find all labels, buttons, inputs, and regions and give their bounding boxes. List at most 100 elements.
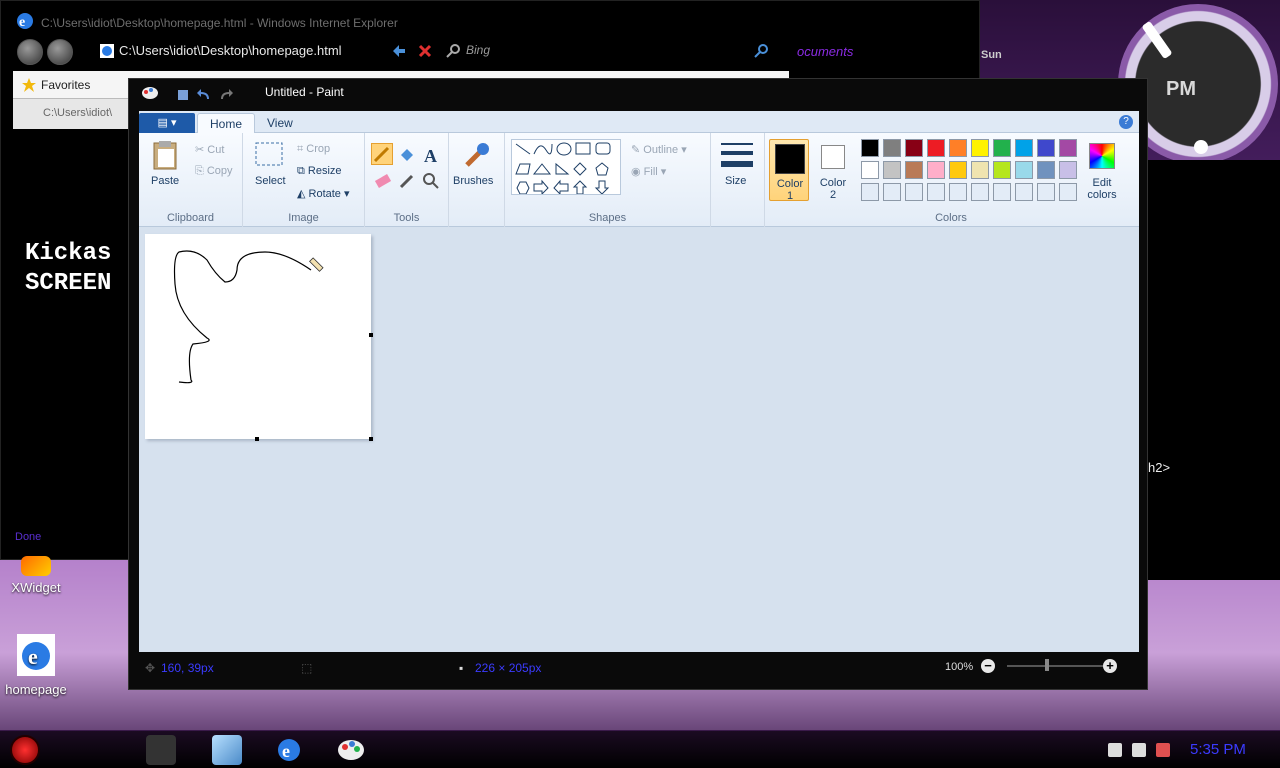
color-picker-icon[interactable]: [397, 171, 417, 191]
color-swatch[interactable]: [883, 161, 901, 179]
back-button[interactable]: [17, 39, 43, 65]
zoom-slider-thumb[interactable]: [1045, 659, 1049, 671]
color-swatch[interactable]: [883, 139, 901, 157]
size-icon[interactable]: [719, 139, 755, 173]
taskbar-ie-icon[interactable]: e: [274, 735, 304, 765]
magnifier-icon[interactable]: [421, 171, 441, 191]
drawing-canvas[interactable]: [145, 234, 371, 439]
zoom-out-button[interactable]: −: [981, 659, 995, 673]
outline-button[interactable]: ✎ Outline ▾: [631, 143, 687, 156]
search-go-icon[interactable]: [753, 43, 769, 59]
zoom-in-button[interactable]: +: [1103, 659, 1117, 673]
forward-button[interactable]: [47, 39, 73, 65]
text-icon[interactable]: A: [421, 145, 441, 165]
color-swatch[interactable]: [1015, 161, 1033, 179]
taskbar-paint-icon[interactable]: [336, 735, 366, 765]
color-swatch[interactable]: [883, 183, 901, 201]
pencil-tool[interactable]: [371, 143, 393, 165]
search-input[interactable]: Bing: [466, 43, 490, 57]
color2-button[interactable]: Color 2: [813, 139, 853, 201]
eraser-icon[interactable]: [373, 171, 393, 191]
color-swatch[interactable]: [861, 161, 879, 179]
color-swatch[interactable]: [1059, 183, 1077, 201]
fill-icon[interactable]: [397, 145, 417, 165]
color-swatch[interactable]: [971, 161, 989, 179]
color-swatch[interactable]: [1037, 161, 1055, 179]
resize-handle-bottom[interactable]: [255, 437, 259, 441]
color-swatch[interactable]: [949, 183, 967, 201]
paint-menu-button[interactable]: ▤ ▾: [139, 113, 195, 133]
edit-colors-button[interactable]: Edit colors: [1077, 139, 1127, 201]
select-button[interactable]: Select: [255, 175, 286, 187]
favorites-label[interactable]: Favorites: [41, 78, 90, 92]
flag-icon[interactable]: [1108, 743, 1122, 757]
fill-button[interactable]: ◉ Fill ▾: [631, 165, 666, 178]
paste-button[interactable]: Paste: [151, 175, 179, 187]
brushes-button[interactable]: Brushes: [453, 175, 493, 187]
documents-link[interactable]: ocuments: [797, 44, 853, 59]
rotate-button[interactable]: ◭ Rotate ▾: [297, 187, 350, 200]
page-heading-line1: Kickas: [25, 240, 112, 267]
color-swatch[interactable]: [949, 161, 967, 179]
group-tools: A Tools: [365, 133, 449, 227]
tab-view[interactable]: View: [255, 113, 305, 134]
resize-handle-right[interactable]: [369, 333, 373, 337]
shapes-gallery[interactable]: [511, 139, 621, 196]
color-swatch[interactable]: [993, 161, 1011, 179]
color-swatch[interactable]: [949, 139, 967, 157]
color-swatch[interactable]: [993, 139, 1011, 157]
start-button[interactable]: [10, 735, 40, 765]
network-icon[interactable]: [1132, 743, 1146, 757]
address-bar[interactable]: C:\Users\idiot\Desktop\homepage.html: [119, 43, 342, 58]
taskbar-notes-icon[interactable]: [212, 735, 242, 765]
crop-button[interactable]: ⌗ Crop: [297, 143, 330, 156]
background-window[interactable]: h2>: [1140, 160, 1280, 580]
paint-window[interactable]: Untitled - Paint ▤ ▾ Home View ? Paste ✂…: [128, 78, 1148, 690]
color-swatch[interactable]: [993, 183, 1011, 201]
brush-icon[interactable]: [461, 139, 493, 171]
color-swatch[interactable]: [1037, 139, 1055, 157]
color-swatch[interactable]: [1015, 183, 1033, 201]
color-swatch[interactable]: [1015, 139, 1033, 157]
color-swatch[interactable]: [861, 139, 879, 157]
canvas-area[interactable]: [139, 227, 1139, 652]
color-swatch[interactable]: [1037, 183, 1055, 201]
clock-knob[interactable]: [1194, 140, 1208, 154]
redo-icon[interactable]: [219, 89, 233, 101]
color-swatch[interactable]: [927, 139, 945, 157]
copy-button[interactable]: ⎘ Copy: [195, 165, 233, 178]
color-swatch[interactable]: [905, 183, 923, 201]
resize-button[interactable]: ⧉ Resize: [297, 165, 342, 178]
color-swatch[interactable]: [861, 183, 879, 201]
color-swatch[interactable]: [905, 139, 923, 157]
undo-icon[interactable]: [197, 89, 211, 101]
color-swatch[interactable]: [927, 183, 945, 201]
favorites-star-icon[interactable]: [21, 77, 37, 93]
taskbar-clock[interactable]: 5:35 PM: [1190, 741, 1246, 758]
desktop-icon-label: XWidget: [11, 580, 61, 595]
help-icon[interactable]: ?: [1119, 115, 1133, 129]
drawing-scribble: [173, 250, 324, 384]
select-icon[interactable]: [253, 139, 285, 171]
ie-tab[interactable]: C:\Users\idiot\: [13, 99, 143, 129]
size-button[interactable]: Size: [725, 175, 746, 187]
zoom-slider[interactable]: [1007, 665, 1103, 667]
color-swatch[interactable]: [927, 161, 945, 179]
save-icon[interactable]: [177, 89, 189, 101]
color-swatch[interactable]: [1059, 161, 1077, 179]
cut-button[interactable]: ✂ Cut: [195, 143, 224, 156]
paste-icon[interactable]: [149, 139, 181, 171]
color-swatch[interactable]: [905, 161, 923, 179]
tab-home[interactable]: Home: [197, 113, 256, 134]
resize-handle-corner[interactable]: [369, 437, 373, 441]
desktop-icon-homepage[interactable]: e homepage: [0, 632, 76, 697]
color-swatch[interactable]: [1059, 139, 1077, 157]
taskbar-app-icon[interactable]: [146, 735, 176, 765]
stop-icon[interactable]: [417, 43, 433, 59]
color1-button[interactable]: Color 1: [769, 139, 809, 202]
color-swatch[interactable]: [971, 183, 989, 201]
refresh-icon[interactable]: [391, 43, 407, 59]
color-swatch[interactable]: [971, 139, 989, 157]
volume-muted-icon[interactable]: [1156, 743, 1170, 757]
desktop-icon-xwidget[interactable]: XWidget: [0, 556, 76, 595]
